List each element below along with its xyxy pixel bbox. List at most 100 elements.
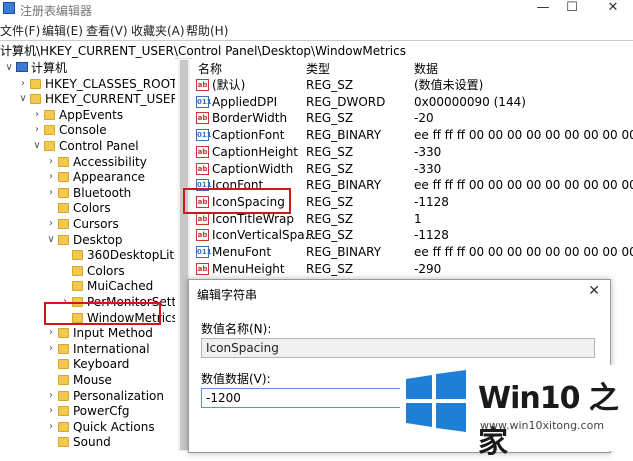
- value-name: MenuHeight: [212, 261, 285, 276]
- collapsed-chevron-icon[interactable]: ›: [46, 341, 56, 357]
- expanded-chevron-icon[interactable]: ∨: [46, 232, 56, 248]
- value-data: ee ff ff ff 00 00 00 00 00 00 00 00 00 0…: [414, 245, 633, 259]
- menu-view[interactable]: 查看(V): [86, 22, 128, 39]
- tree-item-label: Input Method: [73, 326, 153, 341]
- expanded-chevron-icon[interactable]: ∨: [18, 91, 28, 107]
- value-row[interactable]: 011 AppliedDPI REG_DWORD 0x00000090 (144): [192, 94, 633, 110]
- tree-item-label: Sound: [73, 435, 111, 450]
- value-name: CaptionFont: [212, 128, 285, 143]
- folder-icon: [58, 328, 69, 339]
- watermark-logo: Win10 之家 www.win10xitong.com: [400, 365, 633, 460]
- value-row[interactable]: ab IconVerticalSpa... REG_SZ -1128: [192, 227, 633, 243]
- column-type-header[interactable]: 类型: [306, 60, 330, 77]
- collapsed-chevron-icon[interactable]: ›: [46, 388, 56, 404]
- title-bar: 注册表编辑器 — ☐ ✕: [0, 0, 633, 18]
- windowmetrics-highlight: [44, 302, 161, 325]
- menu-file[interactable]: 文件(F): [0, 22, 40, 39]
- maximize-button[interactable]: ☐: [554, 0, 590, 18]
- value-data: -330: [414, 161, 442, 176]
- value-row[interactable]: 011 MenuFont REG_BINARY ee ff ff ff 00 00 0…: [192, 244, 633, 260]
- tree-item-label: Control Panel: [59, 139, 139, 153]
- collapsed-chevron-icon[interactable]: ›: [46, 216, 56, 232]
- value-name: MenuFont: [212, 245, 272, 259]
- folder-icon: [58, 172, 69, 183]
- value-row[interactable]: ab CaptionWidth REG_SZ -330: [192, 161, 633, 177]
- close-button[interactable]: ✕: [595, 0, 631, 18]
- collapsed-chevron-icon[interactable]: ›: [46, 403, 56, 419]
- folder-icon: [58, 375, 69, 385]
- computer-icon: [16, 62, 28, 72]
- tree-item-label: International: [73, 341, 150, 356]
- value-data-label: 数值数据(V):: [201, 372, 271, 386]
- windows-logo-icon: [406, 370, 466, 432]
- menu-help[interactable]: 帮助(H): [186, 22, 228, 39]
- binary-value-icon: 011: [196, 246, 212, 258]
- string-value-icon: ab: [196, 229, 209, 242]
- tree-item-label: Mouse: [73, 373, 112, 387]
- regedit-icon: [3, 2, 15, 14]
- folder-icon: [58, 421, 69, 432]
- window-title: 注册表编辑器: [20, 4, 93, 18]
- expanded-chevron-icon[interactable]: ∨: [4, 60, 14, 76]
- value-name: IconVerticalSpa...: [212, 228, 317, 243]
- collapsed-chevron-icon[interactable]: ›: [46, 325, 56, 341]
- collapsed-chevron-icon[interactable]: ›: [46, 169, 56, 185]
- value-type: REG_SZ: [306, 78, 354, 92]
- folder-icon: [58, 219, 69, 229]
- value-row[interactable]: ab CaptionHeight REG_SZ -330: [192, 144, 633, 160]
- value-data: -1128: [414, 194, 449, 209]
- tree-item-label: MuiCached: [87, 279, 154, 294]
- column-name-header[interactable]: 名称: [198, 60, 222, 77]
- collapsed-chevron-icon[interactable]: ›: [18, 76, 28, 92]
- folder-icon: [58, 156, 69, 167]
- collapsed-chevron-icon[interactable]: ›: [32, 107, 42, 123]
- collapsed-chevron-icon[interactable]: ›: [46, 154, 56, 170]
- tree-item-label: Colors: [73, 201, 111, 216]
- tree-item-label: Bluetooth: [73, 185, 132, 200]
- binary-value-icon: 011: [196, 95, 212, 108]
- tree-item-label: PowerCfg: [73, 404, 130, 419]
- folder-icon: [58, 406, 69, 417]
- collapsed-chevron-icon[interactable]: ›: [32, 122, 42, 138]
- value-row[interactable]: ab (默认) REG_SZ (数值未设置): [192, 77, 633, 93]
- menu-edit[interactable]: 编辑(E): [42, 22, 83, 39]
- value-name: CaptionWidth: [212, 161, 294, 176]
- folder-icon: [72, 265, 83, 276]
- value-type: REG_SZ: [306, 161, 354, 176]
- tree-item-label: Console: [59, 123, 107, 138]
- value-data: -330: [414, 144, 442, 159]
- address-path: 计算机\HKEY_CURRENT_USER\Control Panel\Desk…: [0, 44, 406, 58]
- string-value-icon: ab: [196, 162, 209, 175]
- value-name-field[interactable]: IconSpacing: [201, 338, 595, 358]
- value-data: -20: [414, 111, 434, 126]
- tree-item-label: 计算机: [31, 61, 68, 75]
- value-data: 0x00000090 (144): [414, 94, 526, 109]
- tree-item-label: Personalization: [73, 388, 164, 403]
- tree-scrollbar-thumb[interactable]: [180, 60, 188, 450]
- expanded-chevron-icon[interactable]: ∨: [32, 138, 42, 154]
- column-data-header[interactable]: 数据: [414, 60, 438, 77]
- string-value-icon: ab: [196, 112, 209, 125]
- value-row[interactable]: ab BorderWidth REG_SZ -20: [192, 110, 633, 126]
- collapsed-chevron-icon[interactable]: ›: [46, 185, 56, 201]
- registry-tree[interactable]: ∨ 计算机 › HKEY_CLASSES_ROOT ∨ HKEY_CURRENT_USER…: [0, 58, 175, 451]
- value-data: -290: [414, 261, 442, 276]
- tree-item-label: Quick Actions: [73, 419, 155, 434]
- dialog-close-button[interactable]: ✕: [588, 283, 600, 299]
- address-bar[interactable]: 计算机\HKEY_CURRENT_USER\Control Panel\Desk…: [0, 40, 633, 59]
- value-type: REG_BINARY: [306, 128, 382, 143]
- string-value-icon: ab: [196, 212, 209, 225]
- value-data: 1: [414, 211, 422, 226]
- value-type: REG_BINARY: [306, 178, 382, 193]
- value-row[interactable]: 011 CaptionFont REG_BINARY ee ff ff ff 00 0…: [192, 127, 633, 143]
- value-name-label: 数值名称(N):: [201, 322, 272, 336]
- collapsed-chevron-icon[interactable]: ›: [46, 419, 56, 435]
- iconspacing-highlight: [183, 188, 291, 214]
- menu-favorites[interactable]: 收藏夹(A): [131, 22, 185, 39]
- folder-icon: [58, 187, 69, 198]
- binary-value-icon: 011: [196, 129, 212, 142]
- tree-item-label: 360DesktopLite: [87, 248, 175, 263]
- value-row[interactable]: ab MenuHeight REG_SZ -290: [192, 261, 633, 277]
- folder-icon: [30, 78, 41, 89]
- value-type: REG_SZ: [306, 111, 354, 126]
